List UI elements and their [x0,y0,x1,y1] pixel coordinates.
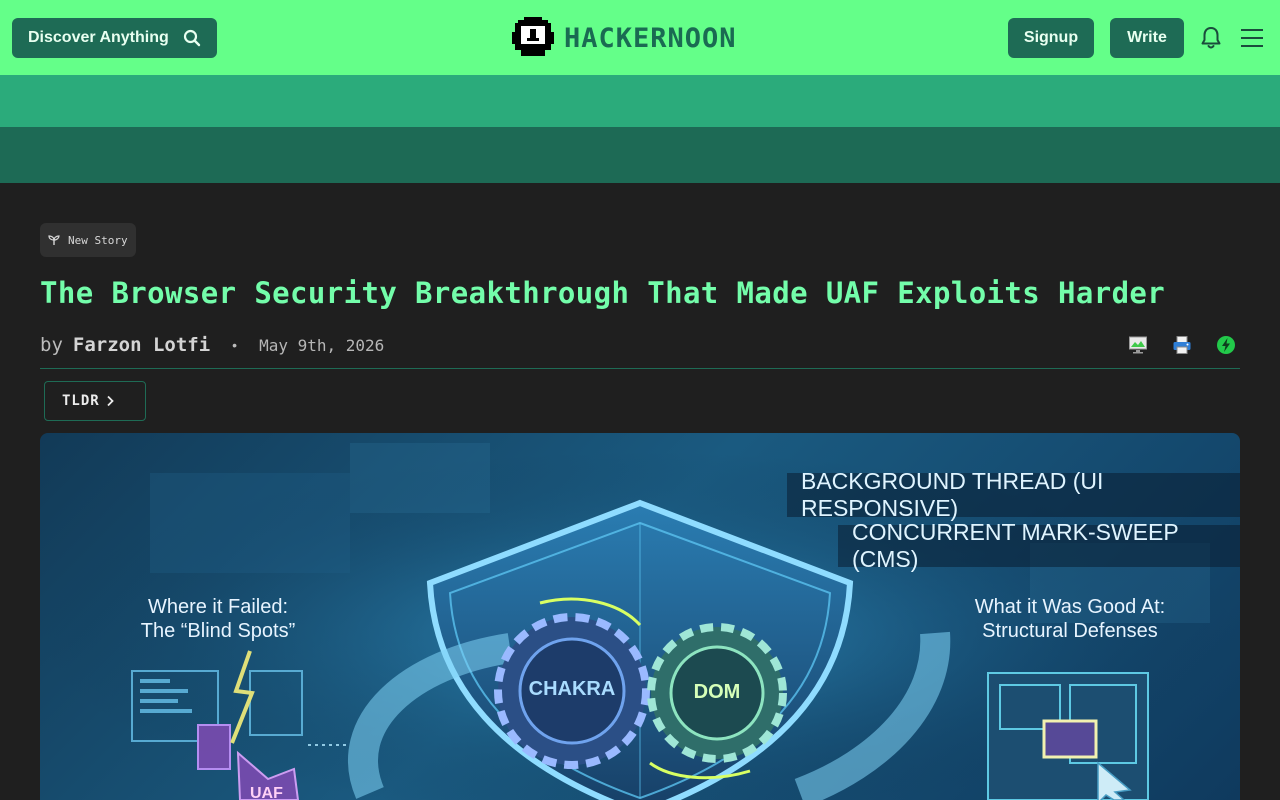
byline-separator: • [232,337,238,353]
what-it-was-good-at-heading: What it Was Good At: Structural Defenses [930,595,1210,643]
slideshow-view-icon[interactable] [1128,335,1148,355]
discover-search-button[interactable]: Discover Anything [12,18,217,58]
good-line-1: What it Was Good At: [974,596,1166,618]
hackernoon-wordmark: HACKERNOON [564,22,737,54]
fail-line-2: The “Blind Spots” [140,620,296,642]
notification-bell-icon[interactable] [1200,26,1222,50]
chakra-gear-label: CHAKRA [528,678,616,700]
top-navbar: Discover Anything HACKERNOON Signup Writ… [0,0,1280,75]
sprout-icon [48,235,60,245]
byline: by Farzon Lotfi • May 9th, 2026 [40,332,384,358]
banner-band-dark [0,127,1280,183]
dom-gear-label: DOM [693,681,741,703]
tldr-button[interactable]: TLDR [44,381,146,421]
banner-band-light [0,75,1280,127]
hackernoon-helmet-icon [512,17,554,56]
author-link[interactable]: Farzon Lotfi [73,334,210,356]
discover-label: Discover Anything [28,29,169,46]
lightning-boost-icon[interactable] [1216,335,1236,355]
tldr-label: TLDR [62,393,100,409]
search-icon [183,29,201,47]
write-button[interactable]: Write [1110,18,1184,58]
concurrent-mark-sweep-label: CONCURRENT MARK-SWEEP (CMS) [838,519,1240,572]
chevron-right-icon [107,395,114,407]
hackernoon-logo[interactable]: HACKERNOON [512,16,737,60]
background-thread-label: BACKGROUND THREAD (UI RESPONSIVE) [787,468,1240,521]
byline-prefix: by [40,334,63,356]
hero-image: BACKGROUND THREAD (UI RESPONSIVE) CONCUR… [40,433,1240,800]
print-icon[interactable] [1172,335,1192,355]
uaf-label: UAF [250,785,283,800]
article-title: The Browser Security Breakthrough That M… [40,276,1166,310]
publish-date: May 9th, 2026 [259,335,385,355]
where-it-failed-heading: Where it Failed: The “Blind Spots” [98,595,338,643]
byline-divider [40,368,1240,369]
good-line-2: Structural Defenses [982,620,1158,642]
hamburger-menu-icon[interactable] [1241,28,1263,48]
badge-label: New Story [68,233,128,247]
fail-line-1: Where it Failed: [147,596,289,618]
signup-button[interactable]: Signup [1008,18,1094,58]
new-story-badge: New Story [40,223,136,257]
